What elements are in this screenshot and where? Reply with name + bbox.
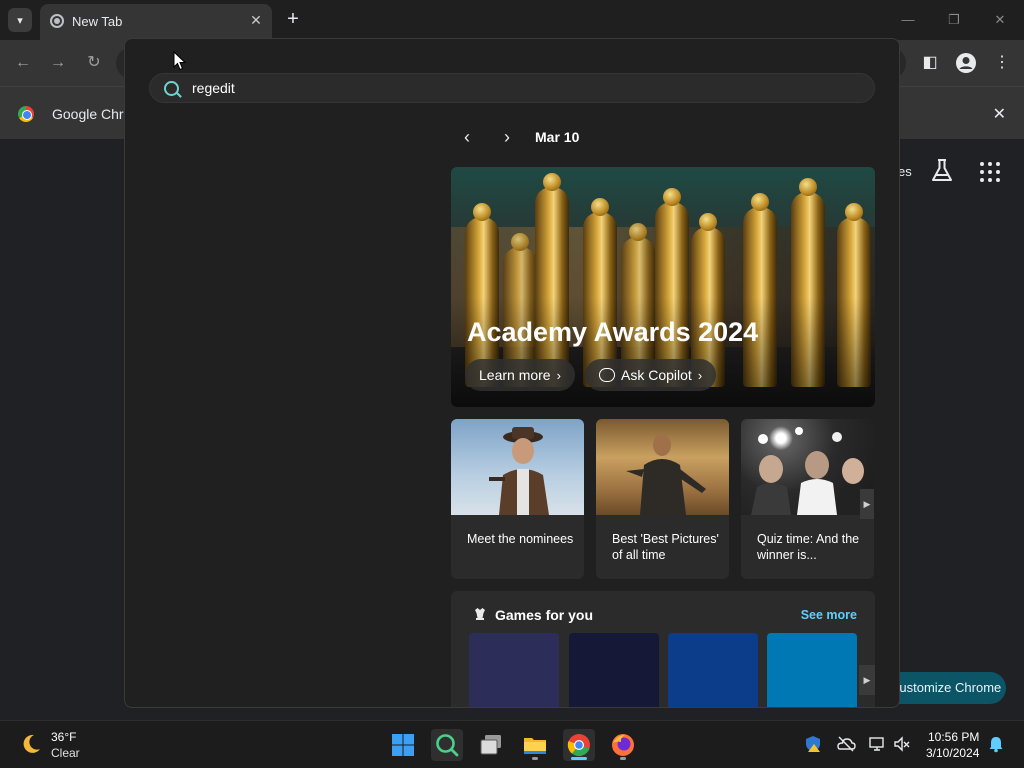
- reload-icon[interactable]: ↻: [83, 52, 105, 74]
- minimize-icon[interactable]: —: [898, 10, 918, 30]
- search-input[interactable]: [192, 77, 852, 99]
- side-panel-icon[interactable]: ◧: [919, 52, 941, 74]
- games-title: Games for you: [495, 607, 594, 623]
- running-indicator: [532, 757, 538, 760]
- restore-icon[interactable]: ❐: [944, 10, 964, 30]
- tab-search-button[interactable]: ▾: [8, 8, 32, 32]
- learn-more-button[interactable]: Learn more ›: [465, 359, 575, 391]
- infobar-message: Google Chro: [52, 106, 132, 122]
- chevron-left-icon[interactable]: ‹: [458, 127, 476, 147]
- apps-grid-icon[interactable]: [980, 162, 1000, 182]
- carousel-next-icon[interactable]: ▶: [859, 665, 875, 695]
- task-view-icon[interactable]: [475, 729, 507, 761]
- games-section: Games for you See more ▶: [451, 591, 875, 707]
- forward-icon[interactable]: →: [47, 52, 69, 74]
- ntp-partial-label: es: [898, 164, 912, 179]
- story-image: [451, 419, 584, 515]
- story-title: Best 'Best Pictures' of all time: [612, 532, 719, 562]
- tab-strip: ▾ New Tab ✕ + — ❐ ✕: [0, 0, 1024, 40]
- google-chrome-logo-icon: [18, 106, 34, 122]
- game-tile[interactable]: [767, 633, 857, 707]
- weather-temperature[interactable]: 36°F: [51, 730, 76, 744]
- moon-icon[interactable]: [20, 733, 42, 755]
- chevron-right-icon[interactable]: ›: [498, 127, 516, 147]
- tab-title: New Tab: [72, 14, 123, 29]
- taskbar: 36°F Clear 10:56 PM 3/10/2024: [0, 720, 1024, 768]
- chrome-icon: [50, 14, 64, 28]
- hero-title: Academy Awards 2024: [467, 317, 759, 347]
- chevron-right-icon: ›: [556, 368, 561, 383]
- search-icon: [164, 81, 179, 96]
- window-close-icon[interactable]: ✕: [990, 10, 1010, 30]
- close-icon[interactable]: ✕: [248, 12, 264, 28]
- game-tile[interactable]: [668, 633, 758, 707]
- story-image: [596, 419, 729, 515]
- game-tile[interactable]: [569, 633, 659, 707]
- story-image: [741, 419, 874, 515]
- windows-start-icon[interactable]: [387, 729, 419, 761]
- file-explorer-icon[interactable]: [519, 729, 551, 761]
- weather-condition[interactable]: Clear: [51, 746, 80, 760]
- story-title: Meet the nominees: [467, 532, 574, 546]
- back-icon[interactable]: ←: [12, 52, 34, 74]
- ask-copilot-button[interactable]: Ask Copilot ›: [585, 359, 717, 391]
- search-box[interactable]: [149, 73, 875, 103]
- profile-icon[interactable]: [955, 52, 977, 74]
- story-title: Quiz time: And the winner is...: [757, 532, 860, 562]
- mouse-cursor-icon: [173, 51, 187, 71]
- story-card[interactable]: ▶ Quiz time: And the winner is...: [741, 419, 874, 579]
- running-indicator: [620, 757, 626, 760]
- chrome-taskbar-icon[interactable]: [563, 729, 595, 761]
- volume-muted-icon[interactable]: [893, 735, 911, 753]
- firefox-icon[interactable]: [607, 729, 639, 761]
- windows-search-icon[interactable]: [431, 729, 463, 761]
- tab-new-tab[interactable]: New Tab ✕: [40, 4, 272, 40]
- copilot-chat-icon: [599, 368, 615, 382]
- carousel-next-icon[interactable]: ▶: [860, 489, 874, 519]
- story-card[interactable]: Meet the nominees: [451, 419, 584, 579]
- windows-search-panel: ‹ › Mar 10 Academy Awards 2024 Learn mor…: [124, 38, 900, 708]
- labs-flask-icon[interactable]: [930, 158, 954, 184]
- chevron-down-icon: ▾: [17, 14, 23, 27]
- network-icon[interactable]: [868, 735, 886, 753]
- clock-time[interactable]: 10:56 PM: [928, 730, 979, 744]
- clock-date[interactable]: 3/10/2024: [926, 746, 979, 760]
- see-more-link[interactable]: See more: [801, 608, 857, 622]
- game-tile[interactable]: [469, 633, 559, 707]
- games-icon: [475, 608, 485, 620]
- notification-bell-icon[interactable]: [987, 735, 1005, 753]
- onedrive-icon[interactable]: [836, 735, 856, 753]
- story-card[interactable]: Best 'Best Pictures' of all time: [596, 419, 729, 579]
- hero-card[interactable]: Academy Awards 2024 Learn more › Ask Copi…: [451, 167, 875, 407]
- defender-icon[interactable]: [804, 735, 822, 753]
- chevron-right-icon: ›: [697, 368, 703, 383]
- kebab-menu-icon[interactable]: ⋮: [991, 52, 1013, 74]
- new-tab-button[interactable]: +: [282, 8, 304, 30]
- active-indicator: [571, 757, 587, 760]
- infobar-close-button[interactable]: ✕: [993, 104, 1006, 124]
- date-label: Mar 10: [535, 129, 580, 145]
